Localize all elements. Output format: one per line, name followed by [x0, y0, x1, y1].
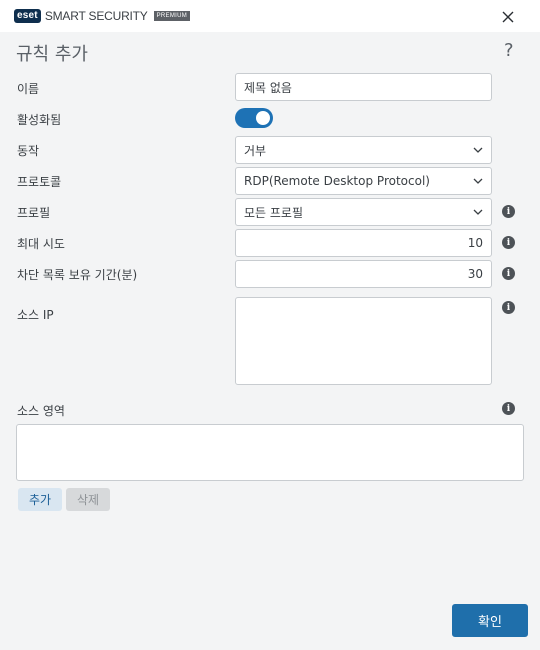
action-select[interactable]: 거부 [235, 136, 492, 164]
info-icon[interactable]: i [502, 205, 515, 218]
protocol-label: 프로토콜 [17, 175, 62, 189]
info-icon[interactable]: i [502, 402, 515, 415]
source-ip-label: 소스 IP [17, 308, 54, 322]
name-label: 이름 [17, 82, 40, 96]
chevron-down-icon [473, 178, 483, 184]
info-icon[interactable]: i [502, 301, 515, 314]
blocklist-retention-value: 30 [467, 267, 483, 281]
action-label: 동작 [17, 144, 40, 158]
delete-button[interactable]: 삭제 [66, 488, 110, 511]
blocklist-retention-input[interactable]: 30 [235, 260, 492, 288]
toggle-knob [256, 111, 270, 125]
source-zone-label: 소스 영역 [17, 404, 65, 418]
max-attempts-label: 최대 시도 [17, 237, 65, 251]
close-icon [502, 11, 514, 23]
max-attempts-value: 10 [467, 236, 483, 250]
max-attempts-input[interactable]: 10 [235, 229, 492, 257]
info-icon[interactable]: i [502, 236, 515, 249]
action-select-value: 거부 [244, 143, 267, 158]
chevron-down-icon [473, 147, 483, 153]
chevron-down-icon [473, 209, 483, 215]
product-brand: eset SMART SECURITY PREMIUM [14, 9, 191, 23]
title-bar: eset SMART SECURITY PREMIUM [0, 0, 540, 32]
product-name: SMART SECURITY [44, 9, 148, 23]
close-button[interactable] [498, 7, 518, 27]
enabled-toggle[interactable] [235, 108, 273, 128]
name-input[interactable]: 제목 없음 [235, 73, 492, 101]
source-zone-list[interactable] [16, 424, 524, 481]
add-button[interactable]: 추가 [18, 488, 62, 511]
page-title: 규칙 추가 [16, 44, 88, 65]
enabled-label: 활성화됨 [17, 113, 62, 127]
name-input-value: 제목 없음 [244, 80, 292, 95]
protocol-select-value: RDP(Remote Desktop Protocol) [244, 174, 430, 188]
profile-select[interactable]: 모든 프로필 [235, 198, 492, 226]
source-ip-textarea[interactable] [235, 297, 492, 385]
blocklist-retention-label: 차단 목록 보유 기간(분) [17, 268, 138, 282]
edition-badge: PREMIUM [153, 11, 191, 21]
eset-logo: eset [14, 9, 41, 23]
info-icon[interactable]: i [502, 267, 515, 280]
help-button[interactable]: ? [504, 40, 514, 61]
profile-select-value: 모든 프로필 [244, 205, 304, 220]
ok-button[interactable]: 확인 [452, 604, 528, 637]
protocol-select[interactable]: RDP(Remote Desktop Protocol) [235, 167, 492, 195]
profile-label: 프로필 [17, 206, 51, 220]
